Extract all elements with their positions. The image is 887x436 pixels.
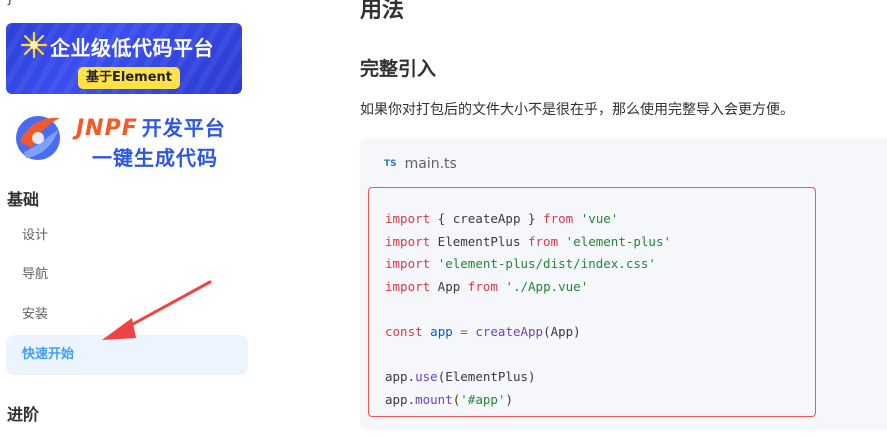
code-block: TS main.ts import { createApp } from 'vu… [360,138,887,430]
subheading-full-import: 完整引入 [360,58,437,80]
jnpf-brand-name: JNPF [76,116,138,141]
jnpf-brand: JNPF 开发平台 [76,112,226,141]
sidebar-top-fragment: } [6,0,14,6]
code-line: import 'element-plus/dist/index.css' [385,256,656,272]
sidebar-item-design[interactable]: 设计 [6,216,248,256]
code-block-header: TS main.ts [384,154,457,174]
sidebar: } 企业级低代码平台 基于Element JNPF开发平台 一键生成代码 基础 … [0,0,258,436]
section-heading-usage: 用法 [360,0,405,23]
code-filename: main.ts [404,156,457,172]
main-content: 用法 完整引入 如果你对打包后的文件大小不是很在乎，那么使用完整导入会更方便。 … [360,0,887,436]
code-content[interactable]: import { createApp } from 'vue' import E… [385,208,671,411]
lowcode-banner-title: 企业级低代码平台 [50,36,214,60]
jnpf-brand-cn: 开发平台 [141,116,226,140]
code-line: import App from './App.vue' [385,278,589,294]
code-line: app.mount('#app') [385,391,513,407]
sparkle-icon [20,31,48,59]
jnpf-logo-icon [16,116,60,160]
code-line: app.use(ElementPlus) [385,369,536,385]
jnpf-banner[interactable]: JNPF 开发平台 一键生成代码 [6,104,242,170]
nav-group-advanced: 进阶 [7,405,40,424]
jnpf-subtitle: 一键生成代码 [92,146,218,170]
sidebar-item-installation[interactable]: 安装 [6,295,248,335]
sidebar-item-quickstart[interactable]: 快速开始 [6,335,248,375]
lowcode-platform-banner[interactable]: 企业级低代码平台 基于Element [6,23,242,94]
lowcode-banner-badge: 基于Element [78,67,180,89]
intro-paragraph: 如果你对打包后的文件大小不是很在乎，那么使用完整导入会更方便。 [360,102,794,118]
code-line: import { createApp } from 'vue' [385,211,619,226]
sidebar-item-navigation[interactable]: 导航 [6,255,248,295]
code-line: const app = createApp(App) [385,323,581,339]
code-highlight-box: import { createApp } from 'vue' import E… [368,187,816,417]
code-line: import ElementPlus from 'element-plus' [385,233,671,249]
nav-group-basics: 基础 [7,190,40,209]
typescript-icon: TS [384,159,397,169]
